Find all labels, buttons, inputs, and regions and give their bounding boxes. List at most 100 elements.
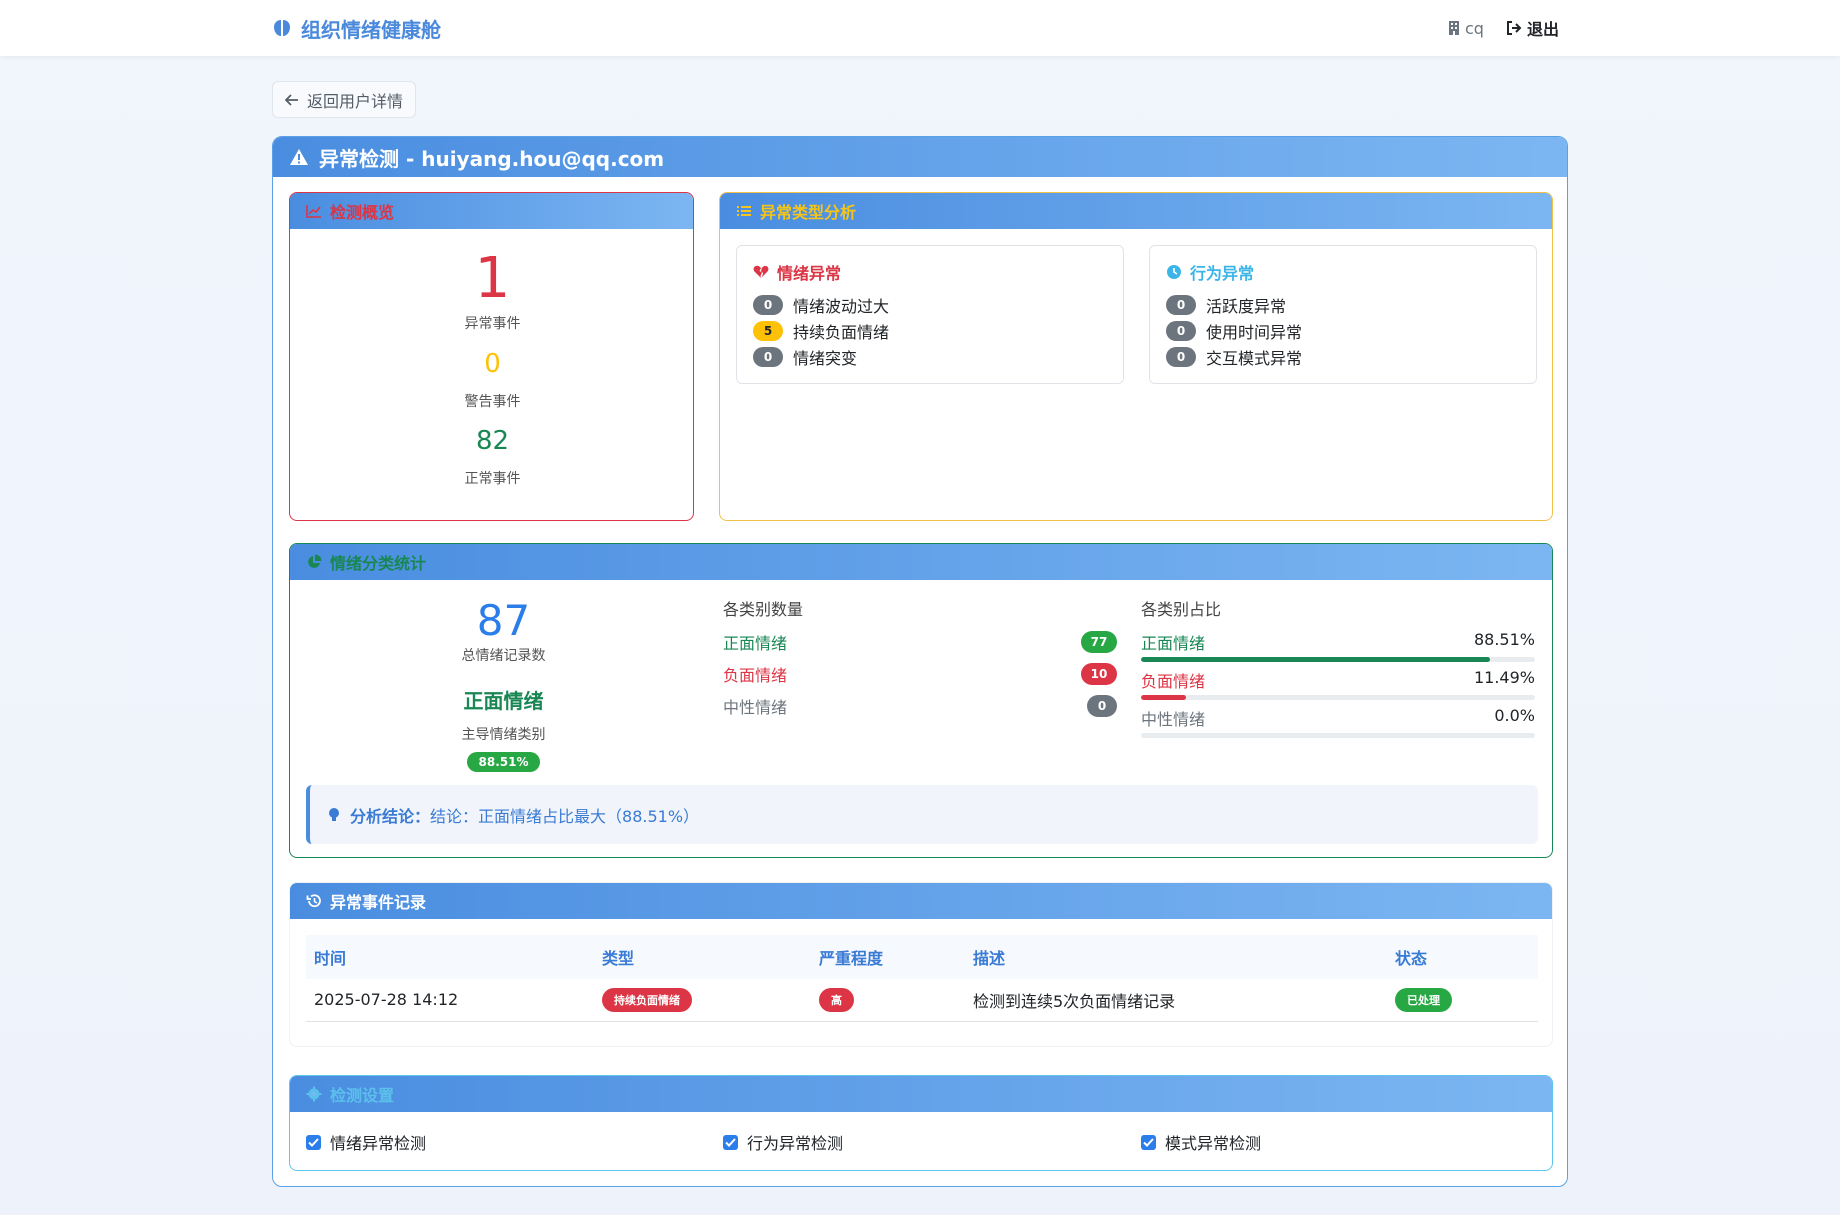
emotion-anomaly-title: 情绪异常 [753,260,1107,284]
count-row-neutral: 中性情绪 0 [723,694,1117,718]
back-button[interactable]: 返回用户详情 [272,81,416,118]
pct-column-title: 各类别占比 [1141,600,1222,619]
col-desc: 描述 [965,935,1387,979]
count-pill: 0 [753,295,783,315]
stat-anomaly-label: 异常事件 [464,316,521,332]
progress-track [1141,733,1535,738]
checkbox-behavior-detection[interactable]: 行为异常检测 [723,1130,843,1154]
overview-header: 检测概览 [290,193,693,229]
category-name: 正面情绪 [723,634,788,653]
detection-settings-card: 检测设置 情绪异常检测 行为异常检测 模式异常检测 [289,1075,1553,1171]
history-icon [306,894,321,908]
list-item: 0 情绪波动过大 [753,292,1107,318]
col-status: 状态 [1387,935,1538,979]
status-badge: 已处理 [1395,987,1452,1012]
count-row-negative: 负面情绪 10 [723,662,1117,686]
category-name: 中性情绪 [1141,710,1206,729]
count-pill: 0 [1166,347,1196,367]
brand-title: 组织情绪健康舱 [301,17,441,42]
checkbox-label: 模式异常检测 [1165,1134,1262,1153]
category-name: 负面情绪 [723,666,788,685]
category-name: 负面情绪 [1141,672,1206,691]
brand[interactable]: 组织情绪健康舱 [271,14,441,42]
item-label: 交互模式异常 [1206,349,1303,368]
progress-track [1141,657,1535,662]
item-label: 持续负面情绪 [793,323,890,342]
total-records-value: 87 [476,596,531,645]
logout-label: 退出 [1526,20,1559,39]
list-item: 0 交互模式异常 [1166,344,1520,370]
count-pill: 0 [1166,295,1196,315]
stat-normal-label: 正常事件 [464,471,521,487]
username: cq [1465,18,1484,38]
checkbox-checked-icon[interactable] [723,1134,738,1150]
behavior-anomaly-box: 行为异常 0 活跃度异常 0 使用时间异常 0 交互模式异常 [1149,245,1537,384]
table-row: 2025-07-28 14:12 持续负面情绪 高 检测到连续5次负面情绪记录 … [306,979,1538,1022]
sign-out-icon [1506,21,1522,35]
list-item: 5 持续负面情绪 [753,318,1107,344]
checkbox-emotion-detection[interactable]: 情绪异常检测 [306,1130,426,1154]
col-time: 时间 [306,935,594,979]
pct-row-positive: 正面情绪 88.51% [1141,630,1535,662]
pct-row-neutral: 中性情绪 0.0% [1141,706,1535,738]
records-header: 异常事件记录 [290,883,1552,919]
types-title: 异常类型分析 [760,203,857,222]
list-icon [737,206,751,216]
severity-badge: 高 [819,987,854,1012]
stat-normal: 82 正常事件 [290,426,693,488]
count-pill: 0 [753,347,783,367]
records-table: 时间 类型 严重程度 描述 状态 2025-07-28 14:12 持续负面情绪… [306,935,1538,1022]
anomaly-types-card: 异常类型分析 情绪异常 0 情绪波动过大 5 持续负面情绪 0 情绪突变 行为异… [719,192,1553,521]
types-header: 异常类型分析 [720,193,1552,229]
pct-row-negative: 负面情绪 11.49% [1141,668,1535,700]
overview-card: 检测概览 1 异常事件 0 警告事件 82 正常事件 [289,192,694,521]
nav-right: cq 退出 [1448,16,1559,40]
back-label: 返回用户详情 [307,91,404,111]
analysis-conclusion: 分析结论： 结论：正面情绪占比最大（88.51%） [306,785,1538,844]
brain-icon [274,20,290,36]
emotion-summary: 87 总情绪记录数 正面情绪 主导情绪类别 88.51% [290,596,717,772]
checkbox-label: 行为异常检测 [747,1134,844,1153]
cell-severity: 高 [811,979,965,1022]
emotion-stats-header: 情绪分类统计 [290,544,1552,580]
checkbox-pattern-detection[interactable]: 模式异常检测 [1141,1130,1261,1154]
count-pill: 0 [1087,695,1117,717]
count-pill: 10 [1081,663,1117,685]
emotion-stats-title: 情绪分类统计 [330,554,427,573]
cell-time: 2025-07-28 14:12 [306,979,594,1022]
item-label: 使用时间异常 [1206,323,1303,342]
chart-line-icon [306,205,321,218]
item-label: 情绪波动过大 [793,297,890,316]
overview-title: 检测概览 [330,203,395,222]
col-type: 类型 [594,935,811,979]
checkbox-checked-icon[interactable] [1141,1134,1156,1150]
building-icon [1449,21,1459,35]
nav-user[interactable]: cq [1448,19,1484,38]
settings-title: 检测设置 [330,1086,395,1105]
main-category-label: 主导情绪类别 [461,727,546,743]
main-header: 异常检测 - huiyang.hou@qq.com [273,137,1567,177]
checkbox-checked-icon[interactable] [306,1134,321,1150]
emotion-stats-card: 情绪分类统计 87 总情绪记录数 正面情绪 主导情绪类别 88.51% 各类别数… [289,543,1553,858]
count-pill: 5 [753,321,783,341]
warning-icon [290,149,308,165]
total-records-label: 总情绪记录数 [461,648,546,664]
emotion-anomaly-box: 情绪异常 0 情绪波动过大 5 持续负面情绪 0 情绪突变 [736,245,1124,384]
logout-link[interactable]: 退出 [1506,16,1559,40]
list-item: 0 情绪突变 [753,344,1107,370]
progress-fill [1141,695,1187,700]
cell-status: 已处理 [1387,979,1538,1022]
stat-normal-value: 82 [475,426,510,456]
emotion-anomaly-label: 情绪异常 [777,264,842,283]
arrow-left-icon [285,93,298,106]
main-title: 异常检测 - huiyang.hou@qq.com [319,146,665,171]
category-name: 中性情绪 [723,698,788,717]
pct-value: 0.0% [1494,706,1535,725]
main-pct-badge: 88.51% [466,752,541,772]
type-badge: 持续负面情绪 [602,987,692,1012]
list-item: 0 活跃度异常 [1166,292,1520,318]
anomaly-records-card: 异常事件记录 时间 类型 严重程度 描述 状态 2025-07-28 14:12… [289,882,1553,1047]
item-label: 情绪突变 [793,349,858,368]
count-pill: 0 [1166,321,1196,341]
lightbulb-icon [329,807,339,821]
